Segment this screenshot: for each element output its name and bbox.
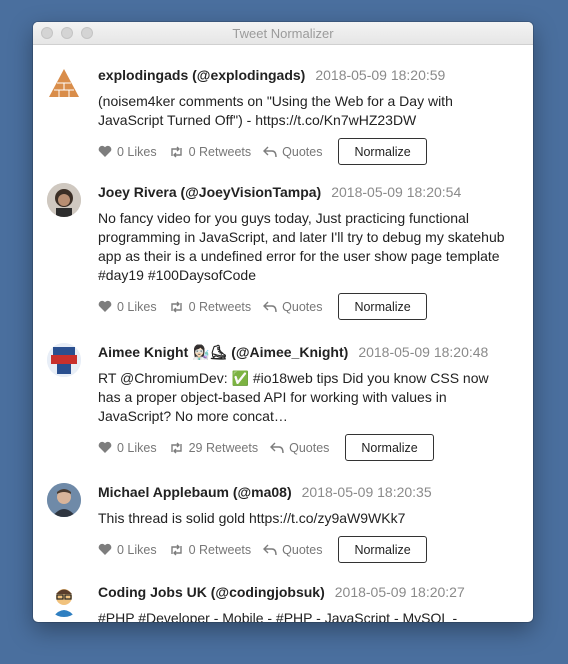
normalize-button[interactable]: Normalize — [338, 138, 427, 165]
coder-avatar-icon — [53, 589, 75, 617]
heart-icon — [98, 145, 112, 157]
normalize-button[interactable]: Normalize — [345, 434, 434, 461]
avatar — [47, 343, 81, 377]
tweet-time: 2018-05-09 18:20:54 — [331, 184, 462, 200]
quotes-label: Quotes — [282, 542, 323, 557]
quotes-label: Quotes — [282, 299, 323, 314]
like-action[interactable]: 0 Likes — [98, 441, 157, 455]
retweet-icon — [170, 544, 182, 555]
tweet-time: 2018-05-09 18:20:59 — [315, 67, 446, 83]
tweet-actions: 0 Likes 0 Retweets Quotes Normalize — [98, 293, 513, 320]
tweet-feed[interactable]: explodingads (@explodingads) 2018-05-09 1… — [33, 45, 533, 622]
likes-count: 0 Likes — [117, 299, 157, 314]
tweet-time: 2018-05-09 18:20:48 — [358, 344, 489, 360]
reply-arrow-icon — [263, 301, 277, 312]
tweet-item: Joey Rivera (@JoeyVisionTampa) 2018-05-09… — [33, 165, 533, 320]
quotes-label: Quotes — [282, 144, 323, 159]
quote-action[interactable]: Quotes — [263, 300, 322, 314]
tweet-header: Joey Rivera (@JoeyVisionTampa) 2018-05-09… — [98, 183, 513, 201]
retweet-icon — [170, 442, 182, 453]
tweet-actions: 0 Likes 29 Retweets Quotes Normalize — [98, 434, 513, 461]
tweet-author: Coding Jobs UK (@codingjobsuk) — [98, 584, 325, 600]
tweet-time: 2018-05-09 18:20:35 — [301, 484, 432, 500]
tweet-item: explodingads (@explodingads) 2018-05-09 1… — [33, 45, 533, 165]
tweet-item: Coding Jobs UK (@codingjobsuk) 2018-05-09… — [33, 563, 533, 622]
heart-icon — [98, 300, 112, 312]
retweet-action[interactable]: 0 Retweets — [169, 144, 252, 159]
retweets-count: 0 Retweets — [188, 299, 252, 314]
tweet-text: #PHP #Developer - Mobile - #PHP - JavaSc… — [98, 610, 458, 622]
normalize-button[interactable]: Normalize — [338, 293, 427, 320]
retweet-action[interactable]: 0 Retweets — [169, 542, 252, 557]
avatar — [47, 66, 81, 100]
retweets-count: 0 Retweets — [188, 144, 252, 159]
tweet-item: Aimee Knight 👩🏻‍🔬⛸ (@Aimee_Knight) 2018-0… — [33, 320, 533, 461]
retweet-action[interactable]: 0 Retweets — [169, 299, 252, 314]
likes-count: 0 Likes — [117, 440, 157, 455]
like-action[interactable]: 0 Likes — [98, 145, 157, 159]
like-action[interactable]: 0 Likes — [98, 543, 157, 557]
quote-action[interactable]: Quotes — [263, 145, 322, 159]
tweet-text: This thread is solid gold https://t.co/z… — [98, 510, 406, 526]
avatar — [47, 483, 81, 517]
tweet-text: No fancy video for you guys today, Just … — [98, 210, 505, 283]
tweet-header: Coding Jobs UK (@codingjobsuk) 2018-05-09… — [98, 583, 513, 601]
quotes-label: Quotes — [289, 440, 330, 455]
reply-arrow-icon — [263, 544, 277, 555]
window-title: Tweet Normalizer — [232, 26, 334, 41]
avatar — [47, 583, 81, 617]
tweet-actions: 0 Likes 0 Retweets Quotes Normalize — [98, 138, 513, 165]
heart-icon — [98, 543, 112, 555]
tweet-actions: 0 Likes 0 Retweets Quotes Normalize — [98, 536, 513, 563]
person-icon — [47, 483, 81, 517]
pyramid-icon — [49, 69, 79, 97]
retweets-count: 29 Retweets — [188, 440, 259, 455]
heart-icon — [98, 441, 112, 453]
tweet-author: explodingads (@explodingads) — [98, 67, 306, 83]
like-action[interactable]: 0 Likes — [98, 300, 157, 314]
quote-action[interactable]: Quotes — [263, 543, 322, 557]
normalize-button[interactable]: Normalize — [338, 536, 427, 563]
tweet-text: (noisem4ker comments on "Using the Web f… — [98, 93, 453, 128]
tweet-author: Aimee Knight 👩🏻‍🔬⛸ (@Aimee_Knight) — [98, 344, 349, 360]
retweet-icon — [170, 146, 182, 157]
person-icon — [47, 183, 81, 217]
retweet-action[interactable]: 29 Retweets — [169, 441, 258, 455]
retweet-icon — [170, 301, 182, 312]
tweet-text: RT @ChromiumDev: ✅ #io18web tips Did you… — [98, 370, 489, 424]
nashville-badge-icon — [47, 343, 81, 377]
reply-arrow-icon — [263, 146, 277, 157]
tweet-header: Aimee Knight 👩🏻‍🔬⛸ (@Aimee_Knight) 2018-0… — [98, 343, 513, 361]
title-bar: Tweet Normalizer — [33, 22, 533, 45]
tweet-header: explodingads (@explodingads) 2018-05-09 1… — [98, 66, 513, 84]
tweet-item: Michael Applebaum (@ma08) 2018-05-09 18:2… — [33, 461, 533, 563]
tweet-author: Joey Rivera (@JoeyVisionTampa) — [98, 184, 322, 200]
tweet-header: Michael Applebaum (@ma08) 2018-05-09 18:2… — [98, 483, 513, 501]
app-window: Tweet Normalizer explodingads (@explodin… — [33, 22, 533, 622]
quote-action[interactable]: Quotes — [270, 441, 329, 455]
tweet-author: Michael Applebaum (@ma08) — [98, 484, 292, 500]
likes-count: 0 Likes — [117, 144, 157, 159]
retweets-count: 0 Retweets — [188, 542, 252, 557]
tweet-time: 2018-05-09 18:20:27 — [334, 584, 465, 600]
likes-count: 0 Likes — [117, 542, 157, 557]
reply-arrow-icon — [270, 442, 284, 453]
avatar — [47, 183, 81, 217]
